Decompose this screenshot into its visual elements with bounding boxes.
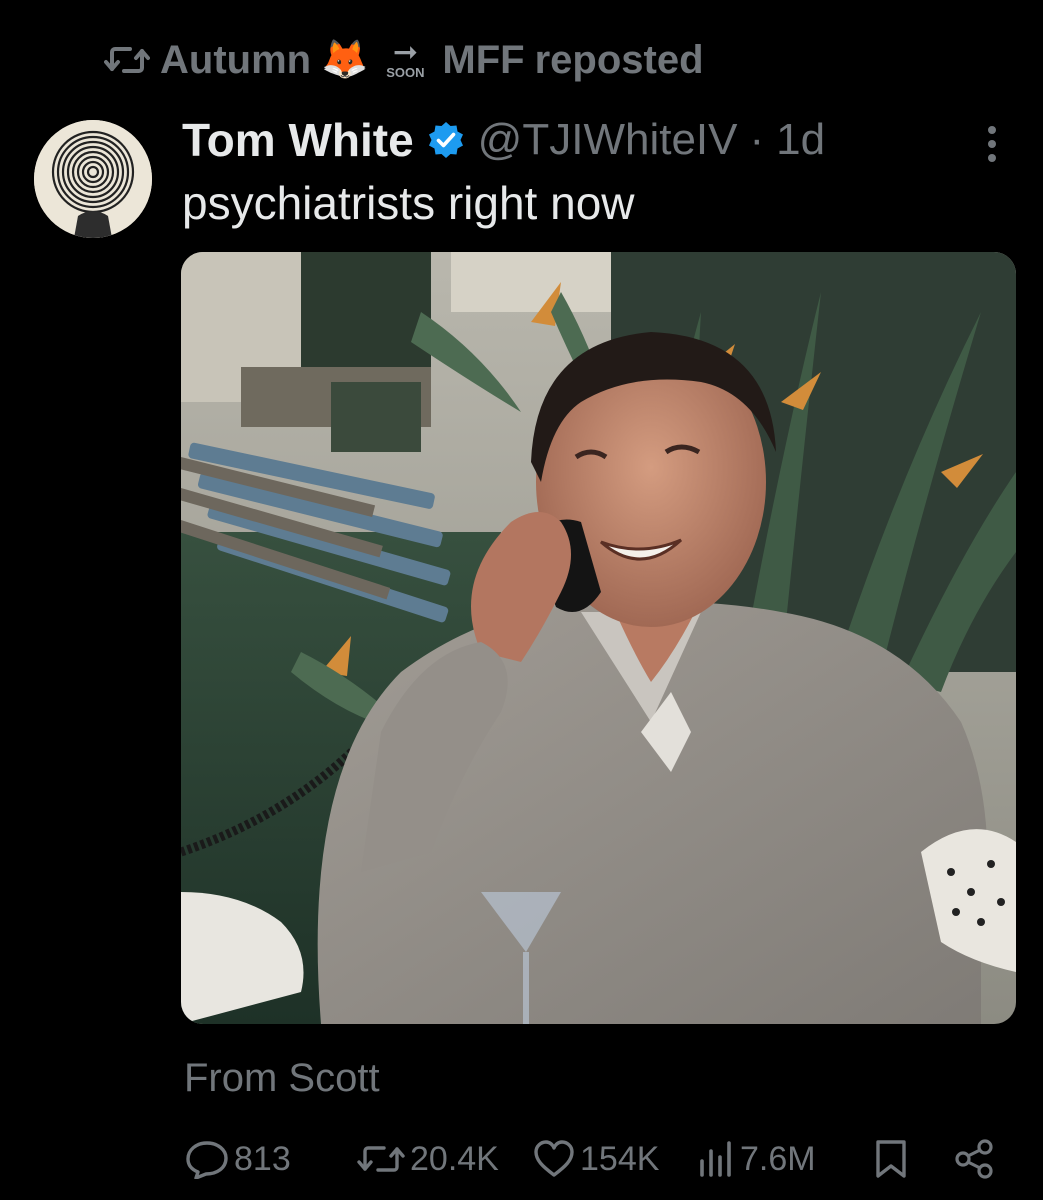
repost-header: Autumn 🦊 ➞ SOON MFF reposted [104, 32, 704, 88]
repost-user-name[interactable]: Autumn [160, 38, 311, 83]
meta-separator: · [749, 115, 765, 164]
arrow-glyph: ➞ [392, 36, 418, 69]
repost-account-name[interactable]: MFF [442, 38, 524, 83]
verified-badge-icon [426, 120, 466, 160]
like-count: 154K [580, 1139, 660, 1178]
source-attribution[interactable]: From Scott [184, 1056, 380, 1101]
tweet-author-row: Tom White @TJIWhiteIV · 1d [182, 110, 825, 170]
soon-arrow-icon: ➞ SOON [378, 34, 432, 86]
views-button[interactable]: 7.6M [696, 1134, 816, 1184]
repost-icon [357, 1146, 405, 1172]
bookmark-icon [876, 1140, 906, 1178]
video-frame-illustration [181, 252, 1016, 1024]
repost-icon [104, 43, 150, 77]
author-name[interactable]: Tom White [182, 113, 414, 167]
reply-count: 813 [234, 1139, 291, 1178]
views-bar-chart-icon [700, 1141, 731, 1177]
share-icon [955, 1139, 993, 1179]
view-count: 7.6M [740, 1139, 816, 1178]
repost-count: 20.4K [410, 1139, 499, 1178]
repost-button[interactable]: 20.4K [356, 1134, 499, 1184]
more-options-icon[interactable] [974, 122, 1010, 166]
bookmark-button[interactable] [874, 1134, 908, 1184]
share-button[interactable] [954, 1134, 994, 1184]
reply-button[interactable]: 813 [184, 1134, 291, 1184]
heart-icon [534, 1140, 574, 1177]
like-button[interactable]: 154K [532, 1134, 659, 1184]
reply-bubble-icon [186, 1141, 228, 1179]
tweet-action-bar: 813 20.4K 154K 7.6M [184, 1134, 1004, 1184]
fox-emoji-icon: 🦊 [321, 39, 369, 81]
soon-label: SOON [386, 65, 425, 80]
tweet-text: psychiatrists right now [182, 177, 635, 229]
author-handle[interactable]: @TJIWhiteIV [478, 115, 738, 165]
tweet-timestamp[interactable]: 1d [776, 115, 825, 165]
author-avatar[interactable] [34, 120, 152, 238]
tweet-video[interactable] [181, 252, 1016, 1024]
repost-action-text: reposted [534, 37, 704, 82]
